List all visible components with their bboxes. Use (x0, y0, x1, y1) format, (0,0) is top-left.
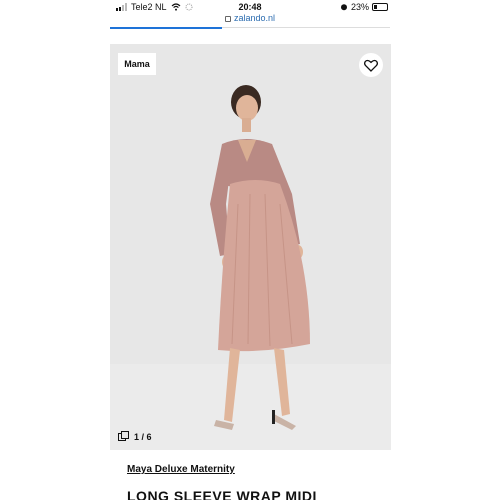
status-bar: Tele2 NL 20:48 23% (0, 0, 500, 14)
gallery-icon (118, 431, 129, 441)
battery-icon (372, 3, 388, 11)
page-load-progress (110, 27, 222, 29)
mama-badge: Mama (118, 53, 156, 75)
alarm-icon (340, 4, 347, 11)
url-bar[interactable]: zalando.nl (0, 13, 500, 27)
image-counter-text: 1 / 6 (134, 431, 152, 442)
battery-percent: 23% (350, 2, 369, 12)
product-title: LONG SLEEVE WRAP MIDI (127, 488, 317, 500)
clock: 20:48 (238, 2, 262, 12)
heart-icon (364, 59, 378, 72)
url-text: zalando.nl (233, 13, 276, 23)
image-counter: 1 / 6 (118, 431, 152, 442)
model-figure (210, 85, 310, 430)
lock-icon (224, 15, 231, 22)
wishlist-button[interactable] (359, 53, 383, 77)
product-image[interactable]: Mama 1 / 6 (110, 44, 391, 450)
status-right: 23% (340, 2, 388, 12)
brand-link[interactable]: Maya Deluxe Maternity (127, 464, 235, 475)
